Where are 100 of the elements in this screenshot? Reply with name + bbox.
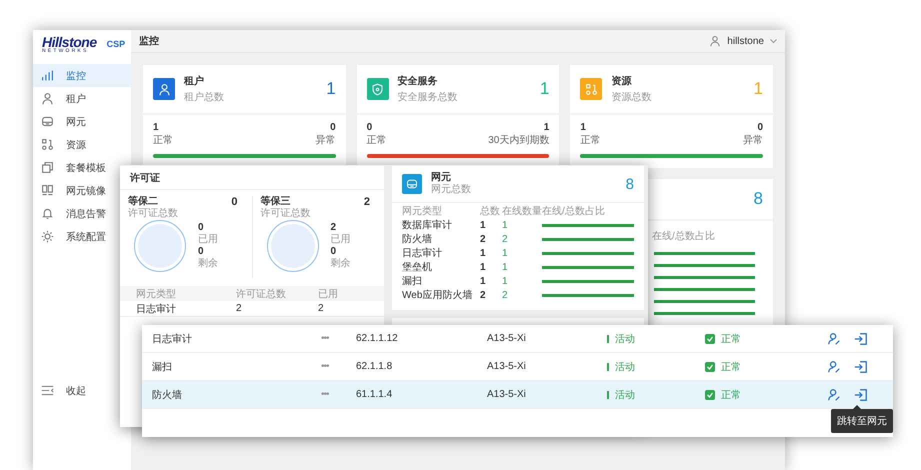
chevron-down-icon	[770, 38, 777, 44]
table-cell-text: 1	[502, 248, 509, 258]
other-label: 异常	[316, 134, 336, 147]
table-cell-text: 防火墙	[152, 388, 183, 402]
card-count: 1	[326, 79, 336, 99]
table-row[interactable]: 日志审计 ••• 62.1.1.12 A13-5-Xi 活动 正常	[142, 325, 893, 353]
tier-name: 等保三	[260, 196, 292, 208]
collapse-button[interactable]: 收起	[33, 379, 90, 402]
used-count: 0	[198, 222, 205, 234]
check-icon	[705, 390, 715, 400]
normal-count: 1	[580, 121, 586, 134]
table-cell-text: 漏扫	[402, 274, 423, 288]
person-icon	[41, 92, 54, 105]
sidebar-item[interactable]: 系统配置	[33, 225, 110, 248]
tier-total: 2	[364, 196, 371, 210]
health-text: 正常	[721, 332, 741, 346]
check-icon	[705, 362, 715, 372]
card-title: 资源	[611, 74, 632, 88]
login-icon[interactable]	[854, 360, 868, 374]
table-cell-text: 数据库审计	[402, 218, 453, 232]
table-cell-text: A13-5-Xi	[487, 361, 527, 372]
user-edit-icon[interactable]	[827, 332, 841, 346]
sidebar-item[interactable]: 消息告警	[33, 202, 110, 225]
normal-count: 1	[153, 121, 159, 134]
status-text: 活动	[615, 360, 635, 374]
status-text: 活动	[615, 388, 635, 402]
status-indicator	[607, 334, 609, 342]
copy-icon	[41, 161, 54, 174]
table-cell-text: 2	[502, 234, 509, 244]
normal-label: 正常	[580, 134, 600, 147]
login-icon[interactable]	[854, 332, 868, 346]
login-icon[interactable]	[854, 388, 868, 402]
columns-icon	[41, 184, 54, 197]
logo-text: Hillstone	[42, 34, 97, 48]
card-subtitle: 资源总数	[611, 90, 652, 104]
usage-ring	[266, 220, 318, 272]
column-header: 网元类型	[136, 288, 177, 300]
card-subtitle: 网元总数	[431, 184, 472, 196]
table-cell-text: 1	[480, 276, 487, 286]
table-cell-text: 1	[480, 220, 487, 230]
usage-ring	[134, 220, 186, 272]
user-menu[interactable]: hillstone	[709, 35, 777, 47]
user-edit-icon[interactable]	[827, 360, 841, 374]
table-cell-text: 62.1.1.8	[356, 361, 394, 372]
sidebar-item[interactable]: 租户	[33, 87, 90, 110]
table-cell-text: 日志审计	[136, 302, 177, 316]
status-indicator	[607, 362, 609, 370]
column-header: 已用	[318, 288, 339, 300]
device-icon	[402, 174, 422, 194]
card-count: 8	[754, 189, 763, 209]
column-header: 在线/总数占比	[542, 204, 606, 218]
sidebar-item[interactable]: 资源	[33, 133, 90, 156]
person-icon	[709, 35, 722, 47]
table-cell-text: 日志审计	[152, 332, 193, 346]
other-label: 30天内到期数	[488, 134, 550, 147]
used-label: 已用	[198, 234, 218, 246]
column-header: 许可证总数	[236, 288, 287, 300]
remaining-count: 0	[198, 246, 205, 258]
gear-icon	[41, 230, 54, 243]
table-cell-text: 2	[318, 303, 325, 314]
table-cell-text: 1	[480, 262, 487, 272]
card-title: 许可证	[130, 172, 160, 184]
collapse-icon	[41, 384, 54, 397]
table-row[interactable]: 防火墙 ••• 61.1.1.4 A13-5-Xi 活动 正常	[142, 381, 893, 409]
remaining-label: 剩余	[330, 258, 350, 270]
table-cell-text: 2	[502, 290, 509, 300]
status-indicator	[607, 390, 609, 398]
normal-count: 0	[366, 121, 372, 134]
sidebar-item[interactable]: 监控	[33, 64, 131, 87]
table-cell-text: 1	[502, 262, 509, 272]
column-header: 在线数量	[502, 204, 542, 218]
remaining-label: 剩余	[198, 258, 218, 270]
sidebar-item[interactable]: 网元	[33, 110, 90, 133]
normal-label: 正常	[153, 134, 173, 147]
check-icon	[705, 334, 715, 344]
table-cell-text: 61.1.1.4	[356, 389, 394, 400]
table-cell-text: 1	[502, 220, 509, 230]
sidebar-item[interactable]: 网元镜像	[33, 179, 110, 202]
sidebar-item[interactable]: 套餐模板	[33, 156, 110, 179]
column-header: 总数	[480, 204, 501, 218]
tier-subtitle: 许可证总数	[128, 208, 178, 220]
table-cell-text: 漏扫	[152, 360, 173, 374]
used-label: 已用	[330, 234, 350, 246]
other-count: 1	[544, 121, 550, 134]
card-count: 8	[626, 176, 634, 192]
tier-total: 0	[231, 196, 238, 210]
remaining-count: 0	[330, 246, 338, 258]
table-cell-text: 62.1.1.12	[356, 333, 399, 344]
product-label: CSP	[106, 39, 126, 49]
table-cell-text: A13-5-Xi	[487, 389, 527, 400]
device-icon	[41, 115, 54, 128]
nodes-icon	[41, 138, 54, 151]
bell-icon	[41, 207, 54, 220]
table-cell-text: Web应用防火墙	[402, 288, 474, 302]
user-edit-icon[interactable]	[827, 388, 841, 402]
card-title: 租户	[184, 74, 205, 88]
card-title: 安全服务	[398, 74, 439, 88]
table-cell-text: 日志审计	[402, 246, 443, 260]
table-cell-text: 2	[236, 303, 243, 314]
card-subtitle: 安全服务总数	[398, 90, 459, 104]
